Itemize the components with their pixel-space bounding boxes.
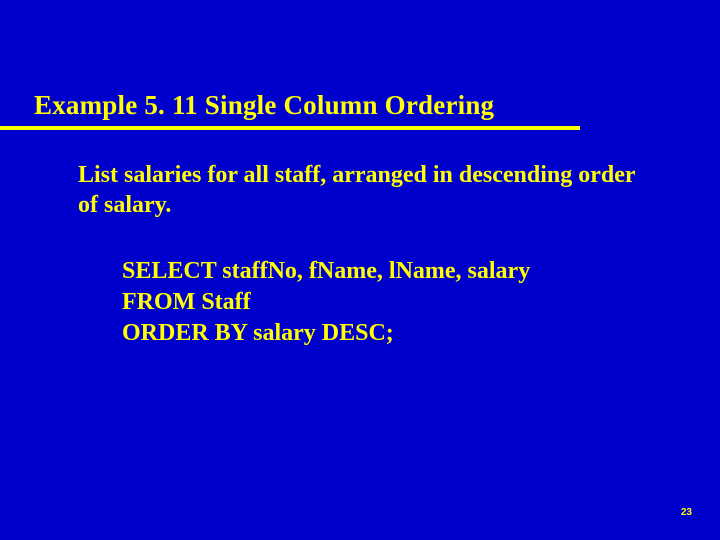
title-underline (0, 126, 580, 130)
slide-title: Example 5. 11 Single Column Ordering (34, 90, 494, 121)
page-number: 23 (681, 507, 692, 518)
sql-line-orderby: ORDER BY salary DESC; (122, 318, 662, 349)
sql-line-from: FROM Staff (122, 287, 662, 318)
sql-code-block: SELECT staffNo, fName, lName, salary FRO… (122, 256, 662, 350)
sql-line-select: SELECT staffNo, fName, lName, salary (122, 256, 662, 287)
slide-description: List salaries for all staff, arranged in… (78, 160, 658, 220)
